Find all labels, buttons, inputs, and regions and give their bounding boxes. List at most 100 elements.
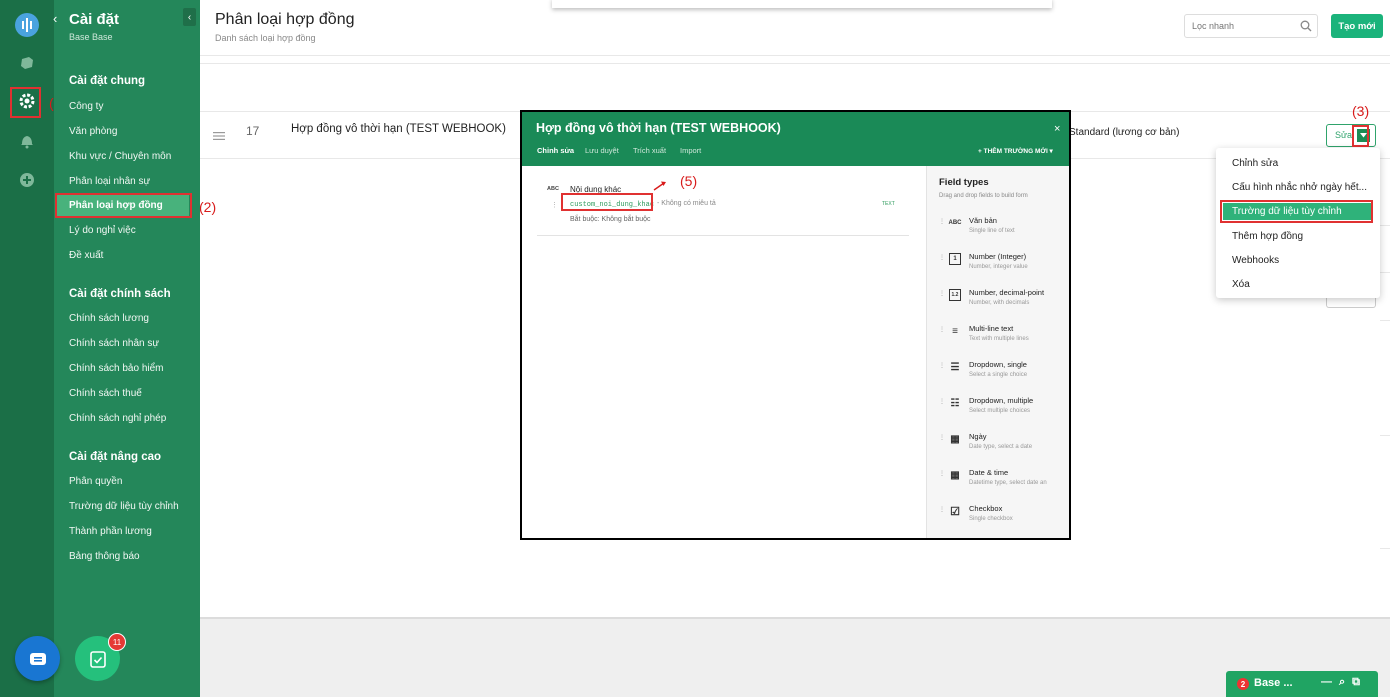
section-heading-advanced: Cài đặt nâng cao [69,451,162,463]
messenger-button[interactable] [15,636,60,681]
field-type-integer[interactable]: ⋮ 1 Number (Integer) Number, integer val… [939,251,1067,279]
create-button[interactable]: Tạo mới [1331,14,1383,38]
dialog-title: Hợp đồng vô thời hạn (TEST WEBHOOK) [536,121,781,135]
sidebar-item-resign-reason[interactable]: Lý do nghỉ việc [69,225,136,236]
field-type-desc: Select multiple choices [969,408,1031,414]
field-type-desc: Single line of text [969,228,1015,234]
row-divider-stub [1380,225,1390,226]
annotation-box-1 [10,87,41,118]
tab-export[interactable]: Trích xuất [633,146,666,155]
row-divider-stub [1380,548,1390,549]
field-type-desc: Select a single choice [969,372,1028,378]
back-icon[interactable]: ‹ [53,11,57,26]
field-required: Bắt buộc: Không bắt buộc [570,216,651,223]
row-actions-menu: Chỉnh sửa Cấu hình nhắc nhở ngày hết... … [1216,148,1380,298]
sidebar-item-leave-policy[interactable]: Chính sách nghỉ phép [69,413,166,424]
chat-label: Base ... [1254,677,1293,689]
tab-review[interactable]: Lưu duyệt [585,146,619,155]
table-divider [200,63,1390,64]
sidebar-item-staff-type[interactable]: Phân loại nhân sự [69,176,150,187]
field-type-tag: TEXT [882,201,895,207]
search-icon[interactable]: ⌕ [1339,676,1345,689]
field-type-name: Dropdown, single [969,360,1027,369]
annotation-label-2: (2) [199,199,217,215]
field-types-title: Field types [939,177,989,188]
integer-type-icon: 1 [949,253,961,265]
sidebar-title: Cài đặt [69,11,120,28]
drag-handle-icon: ⋮ [939,435,945,441]
chat-icon [29,652,46,665]
sidebar-subtitle: Base Base [69,32,113,42]
plus-circle-icon[interactable] [0,172,54,188]
row-divider-stub [1380,272,1390,273]
sidebar-item-office[interactable]: Văn phòng [69,126,117,137]
field-type-desc: Datetime type, select date an [969,480,1047,486]
row-divider-stub [1380,320,1390,321]
minimize-icon[interactable]: — [1321,676,1332,689]
sidebar-item-permissions[interactable]: Phân quyền [69,476,122,487]
field-type-checkbox[interactable]: ⋮ ☑ Checkbox Single checkbox [939,503,1067,531]
sidebar-item-insurance-policy[interactable]: Chính sách bảo hiểm [69,363,164,374]
sidebar-item-tax-policy[interactable]: Chính sách thuế [69,388,142,399]
sidebar-item-salary-components[interactable]: Thành phần lương [69,526,152,537]
sidebar-item-proposal[interactable]: Đề xuất [69,250,103,261]
menu-item-add-contract[interactable]: Thêm hợp đồng [1232,231,1303,242]
field-types-panel: Field types Drag and drop fields to buil… [926,166,1069,538]
sidebar-item-custom-fields[interactable]: Trường dữ liệu tùy chỉnh [69,501,179,512]
custom-fields-dialog: Hợp đồng vô thời hạn (TEST WEBHOOK) × Ch… [520,110,1071,540]
decimal-type-icon: 1.2 [949,289,961,301]
close-icon[interactable]: × [1054,123,1060,135]
quick-filter-input[interactable] [1184,14,1318,38]
page-footer [200,617,1390,697]
menu-item-webhooks[interactable]: Webhooks [1232,255,1279,266]
chat-badge: 2 [1237,678,1249,690]
clipboard-check-icon [89,650,106,668]
row-contract-name: Hợp đồng vô thời hạn (TEST WEBHOOK) [291,123,506,135]
menu-item-expiry-reminder[interactable]: Cấu hình nhắc nhở ngày hết... [1232,182,1367,193]
field-type-multiline[interactable]: ⋮ ≡ Multi-line text Text with multiple l… [939,323,1067,351]
field-type-datetime[interactable]: ⋮ ▦ Date & time Datetime type, select da… [939,467,1067,495]
tab-import[interactable]: Import [680,146,701,155]
sidebar-item-region[interactable]: Khu vực / Chuyên môn [69,151,171,162]
field-type-dropdown-multiple[interactable]: ⋮ ☷ Dropdown, multiple Select multiple c… [939,395,1067,423]
menu-item-delete[interactable]: Xóa [1232,279,1250,290]
bell-icon[interactable] [0,133,54,149]
sidebar-item-salary-policy[interactable]: Chính sách lương [69,313,149,324]
page-subtitle: Danh sách loại hợp đồng [215,33,316,43]
sidebar-item-bulletin[interactable]: Bảng thông báo [69,551,140,562]
collapse-sidebar-button[interactable]: ‹ [183,8,196,26]
header-divider [200,55,1390,56]
chat-window-tab[interactable]: 2 Base ... — ⌕ ⧉ [1226,671,1378,697]
drag-handle-icon[interactable] [213,127,225,145]
annotation-box-5 [561,193,653,211]
field-type-decimal[interactable]: ⋮ 1.2 Number, decimal-point Number, with… [939,287,1067,315]
multiline-type-icon: ≡ [952,325,958,337]
annotation-box-4 [1220,200,1373,223]
drag-handle-icon: ⋮ [939,327,945,333]
annotation-label-3: (3) [1352,103,1370,119]
add-field-button[interactable]: + THÊM TRƯỜNG MỚI ▾ [978,147,1053,155]
field-type-date[interactable]: ⋮ ▦ Ngày Date type, select a date [939,431,1067,459]
text-type-icon: ABC [948,220,962,226]
drag-handle-icon[interactable]: ⋮ [551,201,558,209]
tab-edit[interactable]: Chỉnh sửa [537,146,574,155]
drag-handle-icon: ⋮ [939,399,945,405]
popout-icon[interactable]: ⧉ [1352,676,1360,689]
section-heading-general: Cài đặt chung [69,75,146,87]
cube-icon[interactable] [0,55,54,71]
calendar-clock-icon: ▦ [950,469,960,481]
dropdown-multiple-type-icon: ☷ [950,397,960,409]
annotation-label-5: (5) [680,173,698,189]
app-logo-icon[interactable] [0,12,54,38]
menu-item-edit[interactable]: Chỉnh sửa [1232,158,1278,169]
field-type-dropdown-single[interactable]: ⋮ ☰ Dropdown, single Select a single cho… [939,359,1067,387]
field-type-name: Number (Integer) [969,252,1027,261]
checkbox-icon: ☑ [950,505,960,518]
sidebar-item-company[interactable]: Công ty [69,101,103,112]
sidebar-item-hr-policy[interactable]: Chính sách nhân sự [69,338,159,349]
text-type-icon: ABC [547,186,559,192]
search-icon[interactable] [1300,19,1312,37]
annotation-arrow-icon [653,181,666,191]
field-type-text[interactable]: ⋮ ABC Văn bản Single line of text [939,215,1067,243]
field-type-desc: Single checkbox [969,516,1013,522]
